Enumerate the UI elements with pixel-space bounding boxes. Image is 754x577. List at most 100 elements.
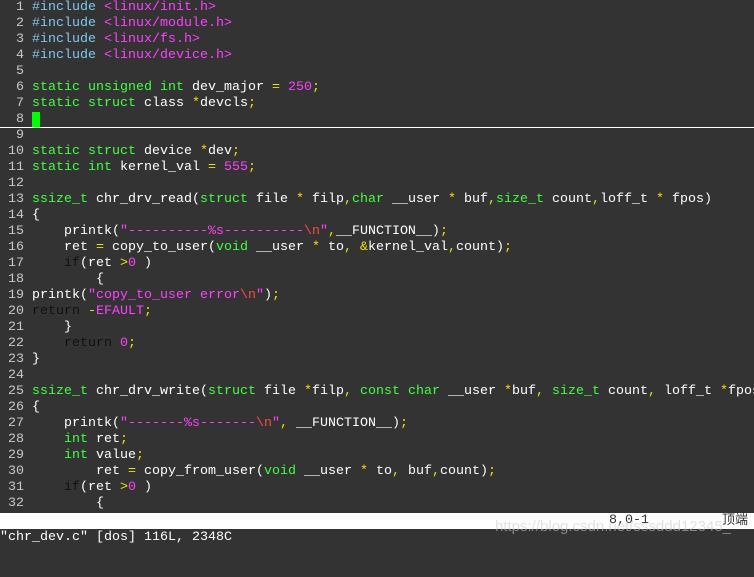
operator-token: ;	[248, 96, 256, 111]
type-token: char	[351, 192, 384, 207]
code-line[interactable]: 6 static unsigned int dev_major = 250;	[0, 80, 754, 96]
code-line[interactable]: 4 #include <linux/device.h>	[0, 48, 754, 64]
code-line[interactable]: 9	[0, 128, 754, 144]
code-line[interactable]: 11 static int kernel_val = 555;	[0, 160, 754, 176]
escape-token: \n	[255, 416, 272, 431]
code-token: {	[32, 496, 104, 511]
code-line[interactable]: 1 #include <linux/init.h>	[0, 0, 754, 16]
line-number: 12	[8, 176, 24, 191]
code-line[interactable]: 14 {	[0, 208, 754, 224]
string-token: "	[255, 288, 264, 303]
line-number: 31	[8, 480, 24, 495]
code-line[interactable]: 16 ret = copy_to_user(void __user * to, …	[0, 240, 754, 256]
code-line[interactable]: 12	[0, 176, 754, 192]
operator-token: *	[359, 464, 368, 479]
code-token: copy_to_user(	[104, 240, 216, 255]
line-number: 13	[8, 192, 24, 207]
operator-token: *	[503, 384, 512, 399]
code-line[interactable]: 22 return 0;	[0, 336, 754, 352]
string-token: <linux/device.h>	[104, 48, 232, 63]
type-token: char	[407, 384, 440, 399]
keyword-token: if	[64, 256, 80, 271]
preprocessor-token: #include	[32, 48, 96, 63]
string-token: <linux/module.h>	[104, 16, 232, 31]
string-token: "	[319, 224, 328, 239]
cursor-line[interactable]: 8	[0, 112, 754, 128]
type-token: int	[160, 80, 184, 95]
operator-token: =	[207, 160, 216, 175]
code-token: chr_drv_write(	[88, 384, 208, 399]
operator-token: ;	[144, 304, 152, 319]
operator-token: =	[96, 240, 104, 255]
editor-buffer[interactable]: 1 #include <linux/init.h> 2 #include <linux…	[0, 0, 754, 512]
code-line[interactable]: 26 {	[0, 400, 754, 416]
type-token: struct	[199, 192, 248, 207]
operator-token: ;	[271, 288, 280, 303]
code-token: copy_from_user(	[135, 464, 264, 479]
operator-token: =	[127, 464, 136, 479]
code-token: (ret	[80, 256, 120, 271]
line-number: 28	[8, 432, 24, 447]
code-line[interactable]: 25 ssize_t chr_drv_write(struct file *fil…	[0, 384, 754, 400]
code-line[interactable]: 19 printk("copy_to_user error\n");	[0, 288, 754, 304]
operator-token: ,	[487, 192, 496, 207]
string-token: "----------%s----------	[119, 224, 304, 239]
code-line[interactable]: 32 {	[0, 496, 754, 512]
code-line[interactable]: 10 static struct device *dev;	[0, 144, 754, 160]
code-token: count	[599, 384, 648, 399]
code-token: loff_t	[599, 192, 656, 207]
string-token: 0	[128, 256, 136, 271]
type-token: void	[215, 240, 248, 255]
code-line[interactable]: 21 }	[0, 320, 754, 336]
preprocessor-token: #include	[32, 32, 96, 47]
code-line[interactable]: 29 int value;	[0, 448, 754, 464]
code-line[interactable]: 30 ret = copy_from_user(void __user * to…	[0, 464, 754, 480]
line-number: 3	[16, 32, 24, 47]
string-token: "copy_to_user error	[88, 288, 240, 303]
escape-token: \n	[303, 224, 320, 239]
watermark: https://blog.csdn.net/sssddd12345_	[495, 518, 732, 535]
code-line[interactable]: 17 if(ret >0 )	[0, 256, 754, 272]
code-line[interactable]: 20 return -EFAULT;	[0, 304, 754, 320]
code-line[interactable]: 28 int ret;	[0, 432, 754, 448]
operator-token: ;	[120, 432, 128, 447]
command-line[interactable]: "chr_dev.c" [dos] 116L, 2348C	[0, 530, 232, 546]
code-line[interactable]: 24	[0, 368, 754, 384]
string-token: "	[271, 416, 280, 431]
code-token: buf	[511, 384, 536, 399]
code-line[interactable]: 13 ssize_t chr_drv_read(struct file * fil…	[0, 192, 754, 208]
line-number: 21	[8, 320, 24, 335]
code-line[interactable]: 7 static struct class *devcls;	[0, 96, 754, 112]
string-token: EFAULT	[96, 304, 144, 319]
type-token: size_t	[551, 384, 600, 399]
operator-token: &	[359, 240, 368, 255]
code-token: fpos)	[663, 192, 712, 207]
code-line[interactable]: 31 if(ret >0 )	[0, 480, 754, 496]
code-line[interactable]: 18 {	[0, 272, 754, 288]
code-token: __user	[247, 240, 312, 255]
line-number: 7	[16, 96, 24, 111]
line-number: 22	[8, 336, 24, 351]
code-token: )	[136, 256, 152, 271]
code-line[interactable]: 15 printk("----------%s----------\n",__F…	[0, 224, 754, 240]
operator-token: ;	[399, 416, 408, 431]
code-token: dev_major	[184, 80, 272, 95]
operator-token: ,	[431, 464, 440, 479]
code-token: {	[32, 272, 104, 287]
code-line[interactable]: 27 printk("-------%s-------\n", __FUNCTI…	[0, 416, 754, 432]
code-line[interactable]: 23}	[0, 352, 754, 368]
code-token: {	[32, 208, 40, 223]
code-line[interactable]: 3 #include <linux/fs.h>	[0, 32, 754, 48]
code-line[interactable]: 2 #include <linux/module.h>	[0, 16, 754, 32]
type-token: int	[64, 432, 88, 447]
preprocessor-token: #include	[32, 0, 96, 15]
line-number: 20	[8, 304, 24, 319]
operator-token: ;	[439, 224, 448, 239]
type-token: struct	[88, 96, 136, 111]
code-line[interactable]: 5	[0, 64, 754, 80]
code-token: devcls	[200, 96, 248, 111]
